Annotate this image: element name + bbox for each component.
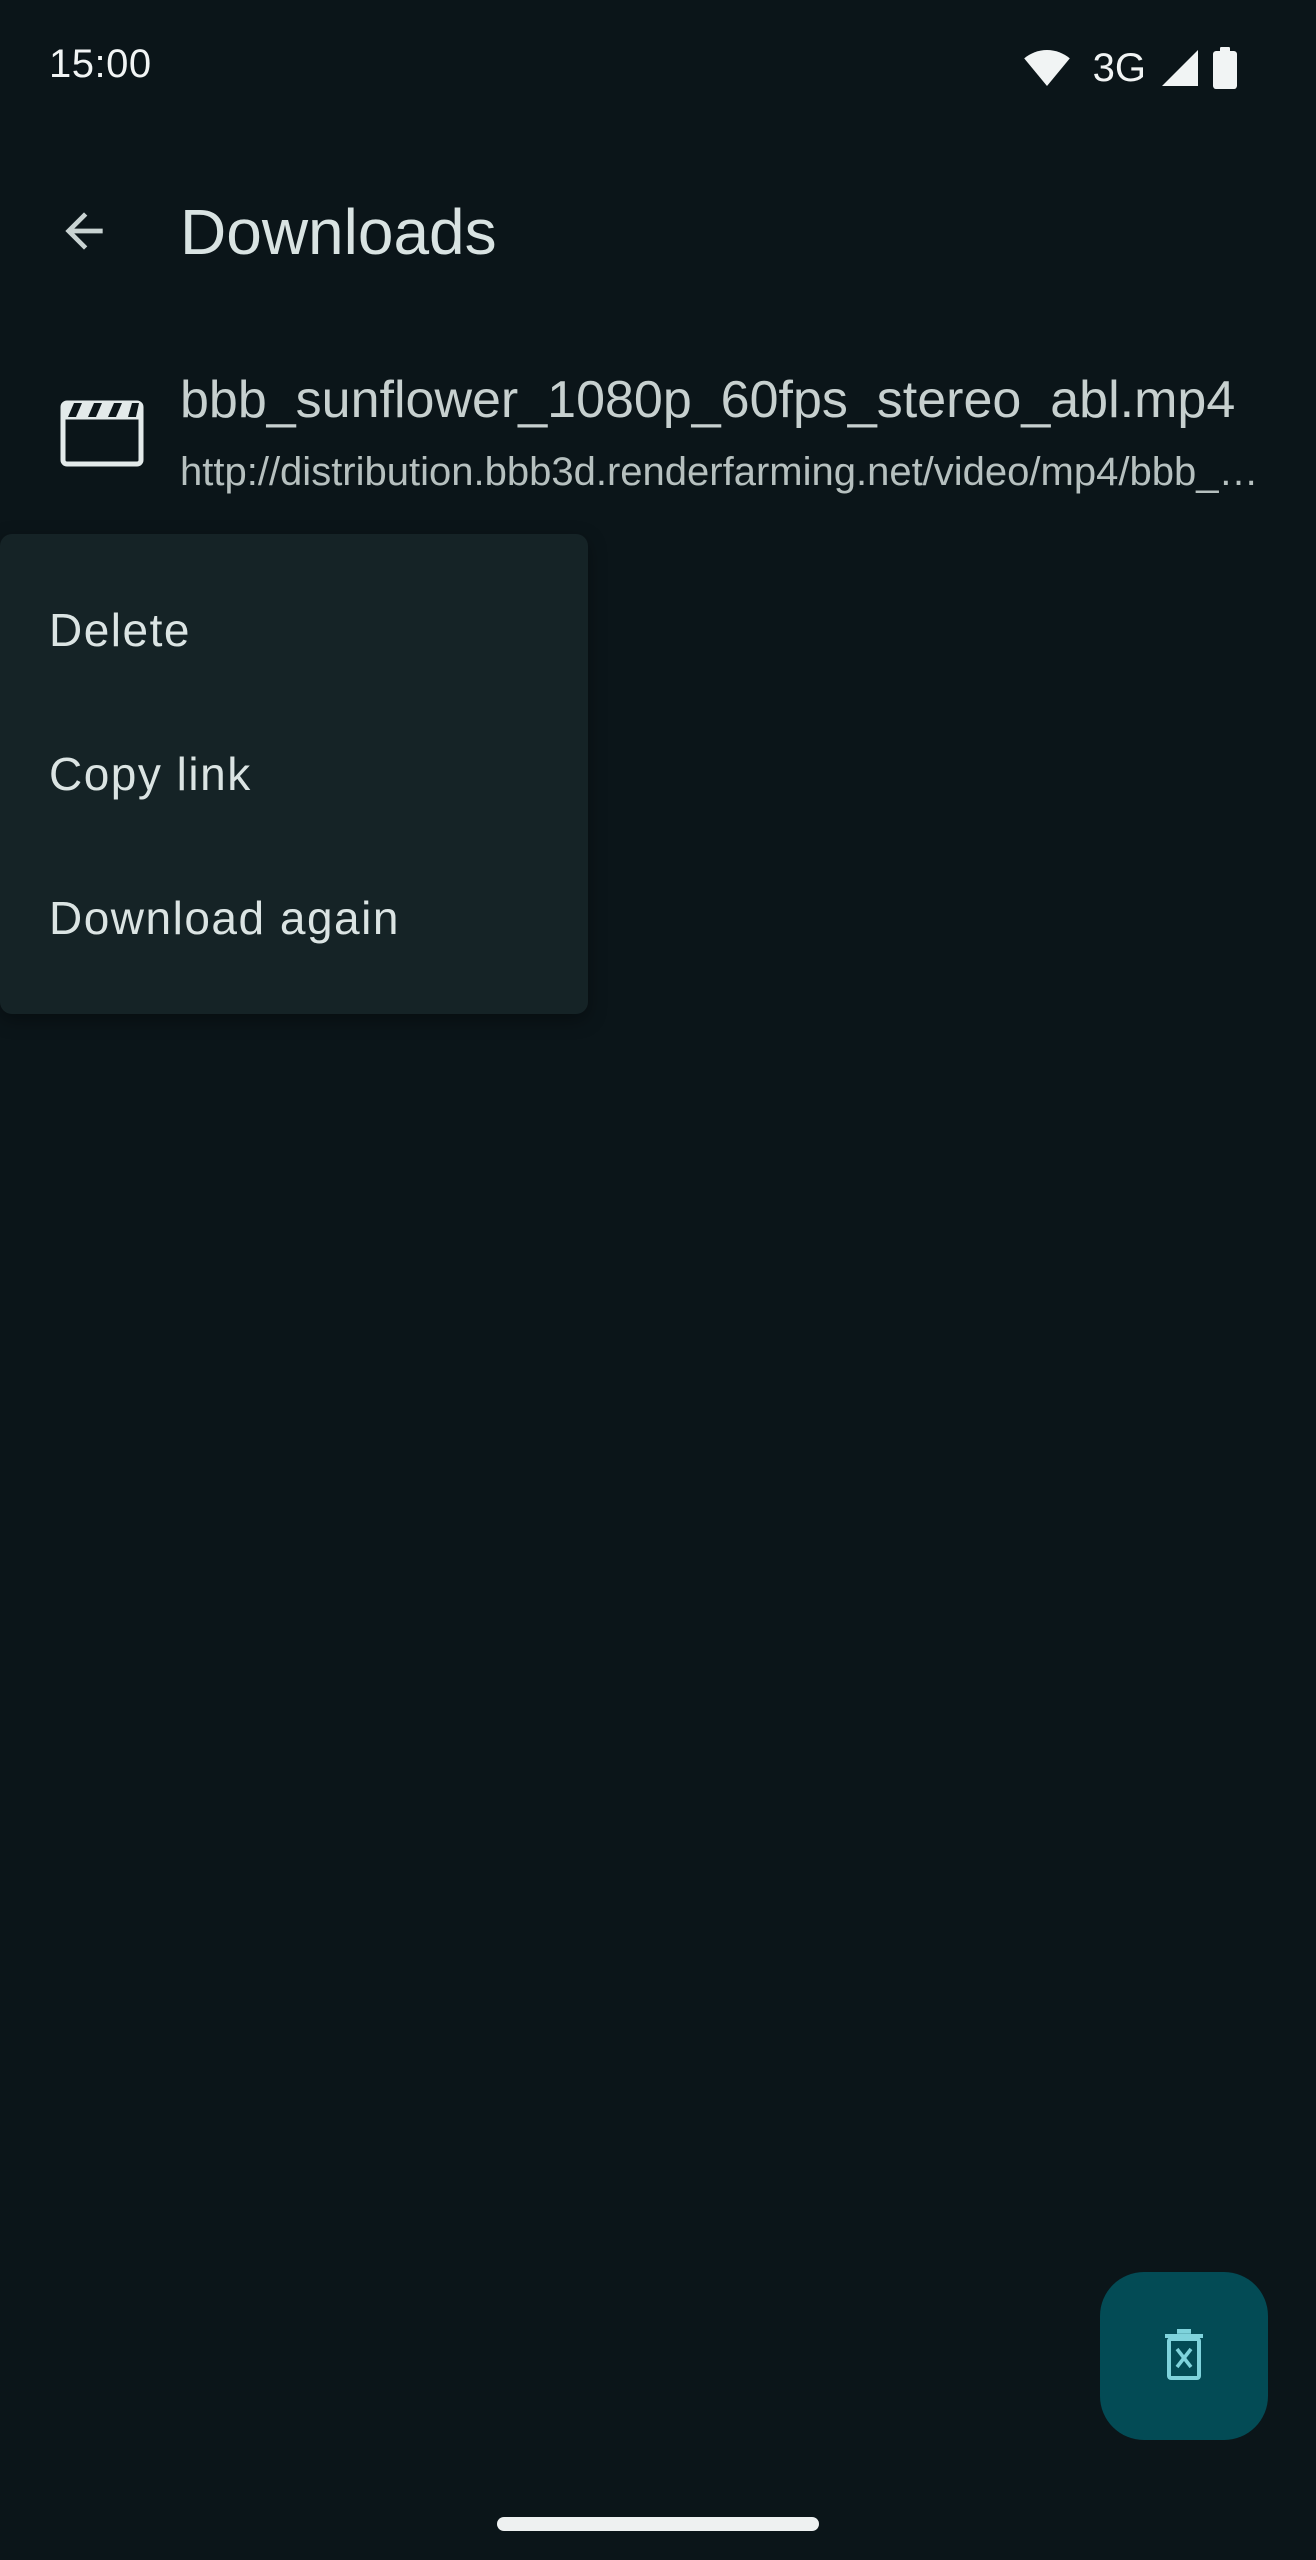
menu-item-delete[interactable]: Delete <box>0 558 588 702</box>
download-file-name: bbb_sunflower_1080p_60fps_stereo_abl.mp4 <box>180 371 1236 429</box>
downloads-screen: 15:00 3G Downloads bbb_sunflower_1080p_6… <box>0 0 1316 2560</box>
battery-icon <box>1212 47 1238 89</box>
wifi-icon <box>1023 48 1071 88</box>
status-bar: 15:00 3G <box>0 0 1316 136</box>
status-icons: 3G <box>1023 44 1238 92</box>
gesture-nav-handle[interactable] <box>497 2517 819 2531</box>
top-app-bar: Downloads <box>0 160 1316 310</box>
context-menu: Delete Copy link Download again <box>0 534 588 1014</box>
movie-clapper-icon <box>60 395 144 467</box>
status-time: 15:00 <box>49 42 152 86</box>
cell-signal-icon <box>1160 48 1200 88</box>
clear-downloads-fab[interactable] <box>1100 2272 1268 2440</box>
download-url: http://distribution.bbb3d.renderfarming.… <box>180 450 1262 494</box>
delete-all-icon <box>1160 2327 1208 2386</box>
arrow-back-icon <box>56 203 112 264</box>
back-button[interactable] <box>44 193 124 273</box>
page-title: Downloads <box>180 196 497 268</box>
menu-item-download-again[interactable]: Download again <box>0 846 588 990</box>
network-type-label: 3G <box>1092 45 1146 90</box>
download-list-item[interactable]: bbb_sunflower_1080p_60fps_stereo_abl.mp4… <box>0 350 1316 510</box>
menu-item-copy-link[interactable]: Copy link <box>0 702 588 846</box>
